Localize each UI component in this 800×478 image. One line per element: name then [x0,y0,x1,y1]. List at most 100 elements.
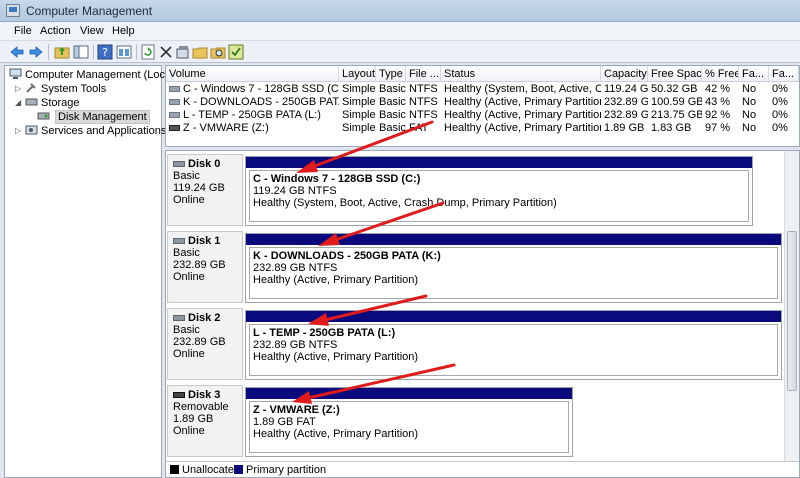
tree-item-root[interactable]: Computer Management (Local) [7,68,177,82]
chevron-down-icon[interactable]: ◢ [15,98,21,107]
tree-item-label: Storage [41,97,80,109]
partition-status: Healthy (Active, Primary Partition) [253,351,419,363]
volume-percent-free: 92 % [705,109,731,121]
disk-name: Disk 0 [188,158,221,170]
volume-capacity: 1.89 GB [604,122,645,134]
disk-type: Basic [173,170,200,182]
menu-view[interactable]: View [80,25,104,37]
menu-action[interactable]: Action [40,25,71,37]
toolbar-separator [136,44,137,60]
column-header-volume[interactable]: Volume [166,66,339,82]
disk-state: Online [173,271,205,283]
up-folder-icon[interactable] [54,44,70,60]
volume-status: Healthy (Active, Primary Partition) [444,109,601,121]
volume-icon [169,99,180,105]
help-icon[interactable]: ? [97,44,113,60]
partition-k[interactable]: K - DOWNLOADS - 250GB PATA (K:) 232.89 G… [245,233,782,303]
table-row[interactable]: C - Windows 7 - 128GB SSD (C:) Simple Ba… [166,83,799,96]
search-icon[interactable] [210,44,226,60]
tree-item-label: Computer Management (Local) [25,69,178,81]
primary-partition-bar [246,234,781,245]
partition-z[interactable]: Z - VMWARE (Z:) 1.89 GB FAT Healthy (Act… [245,387,573,457]
menu-file[interactable]: File [14,25,32,37]
disk-icon [173,315,185,321]
disk-management-icon [37,110,50,122]
computer-management-icon [6,4,20,17]
disk-size: 232.89 GB [173,336,226,348]
legend-unallocated: Unallocated [182,464,241,476]
column-header-fault-tolerance[interactable]: Fa... [739,66,769,82]
services-icon [25,124,38,136]
disk-0-label[interactable]: Disk 0 Basic 119.24 GB Online [167,154,243,226]
chevron-right-icon[interactable]: ▷ [15,126,21,135]
table-row[interactable]: Z - VMWARE (Z:) Simple Basic FAT Healthy… [166,122,799,135]
volume-file-system: NTFS [409,109,438,121]
column-header-free-space[interactable]: Free Space [648,66,702,82]
tree-item-storage[interactable]: ◢ Storage [15,96,161,110]
volume-free-space: 1.83 GB [651,122,692,134]
volume-fault-tolerance: No [742,96,757,108]
chevron-right-icon[interactable]: ▷ [15,84,21,93]
tree-item-label: Disk Management [55,110,150,124]
partition-l[interactable]: L - TEMP - 250GB PATA (L:) 232.89 GB NTF… [245,310,782,380]
properties-icon[interactable] [116,44,132,60]
disk-type: Basic [173,324,200,336]
volume-percent-free: 97 % [705,122,731,134]
refresh-icon[interactable] [140,44,156,60]
menu-help[interactable]: Help [112,25,135,37]
removable-drive-icon [169,125,180,131]
column-header-overhead[interactable]: Fa... [769,66,799,82]
disk-name: Disk 2 [188,312,221,324]
volume-file-system: NTFS [409,96,438,108]
table-row[interactable]: L - TEMP - 250GB PATA (L:) Simple Basic … [166,109,799,122]
open-folder-icon[interactable] [192,44,208,60]
volume-layout: Simple [342,109,376,121]
volume-fault-tolerance: No [742,109,757,121]
vertical-scrollbar[interactable] [784,151,799,461]
check-properties-icon[interactable] [228,44,244,60]
volume-file-system: FAT [409,122,429,134]
partition-c[interactable]: C - Windows 7 - 128GB SSD (C:) 119.24 GB… [245,156,753,226]
settings-icon[interactable] [175,44,191,60]
volume-name: Z - VMWARE (Z:) [183,122,269,134]
volume-capacity: 119.24 GB [604,83,648,95]
disk-icon [173,238,185,244]
forward-arrow-icon[interactable] [28,44,44,60]
partition-name: K - DOWNLOADS - 250GB PATA (K:) [253,250,441,262]
disk-1-label[interactable]: Disk 1 Basic 232.89 GB Online [167,231,243,303]
column-header-status[interactable]: Status [441,66,601,82]
volume-file-system: NTFS [409,83,438,95]
disk-size: 1.89 GB [173,413,214,425]
tree-item-label: Services and Applications [41,125,167,137]
tree-item-label: System Tools [41,83,107,95]
tree-item-services-applications[interactable]: ▷ Services and Applications [15,124,166,138]
tree-item-system-tools[interactable]: ▷ System Tools [15,82,161,96]
column-header-capacity[interactable]: Capacity [601,66,648,82]
delete-icon[interactable] [158,44,174,60]
menu-bar: File Action View Help [0,22,800,41]
tools-icon [25,82,38,94]
tree-item-disk-management[interactable]: Disk Management [27,110,161,124]
volume-icon [169,112,180,118]
volume-free-space: 50.32 GB [651,83,698,95]
column-header-percent-free[interactable]: % Free [702,66,739,82]
back-arrow-icon[interactable] [9,44,25,60]
disk-2-label[interactable]: Disk 2 Basic 232.89 GB Online [167,308,243,380]
table-row[interactable]: K - DOWNLOADS - 250GB PATA (K:) Simple B… [166,96,799,109]
toolbar-separator [93,44,94,60]
disk-name: Disk 1 [188,235,221,247]
volume-percent-free: 43 % [705,96,731,108]
partition-status: Healthy (Active, Primary Partition) [253,428,419,440]
removable-drive-icon [173,392,185,398]
volume-overhead: 0% [772,109,788,121]
scrollbar-thumb[interactable] [787,231,797,391]
partition-status: Healthy (Active, Primary Partition) [253,274,419,286]
column-header-layout[interactable]: Layout [339,66,376,82]
disk-size: 119.24 GB [173,182,225,194]
column-header-type[interactable]: Type [376,66,406,82]
svg-text:?: ? [102,46,108,59]
show-hide-tree-icon[interactable] [73,44,89,60]
disk-3-label[interactable]: Disk 3 Removable 1.89 GB Online [167,385,243,457]
column-header-file-system[interactable]: File ... [406,66,441,82]
partition-name: L - TEMP - 250GB PATA (L:) [253,327,396,339]
